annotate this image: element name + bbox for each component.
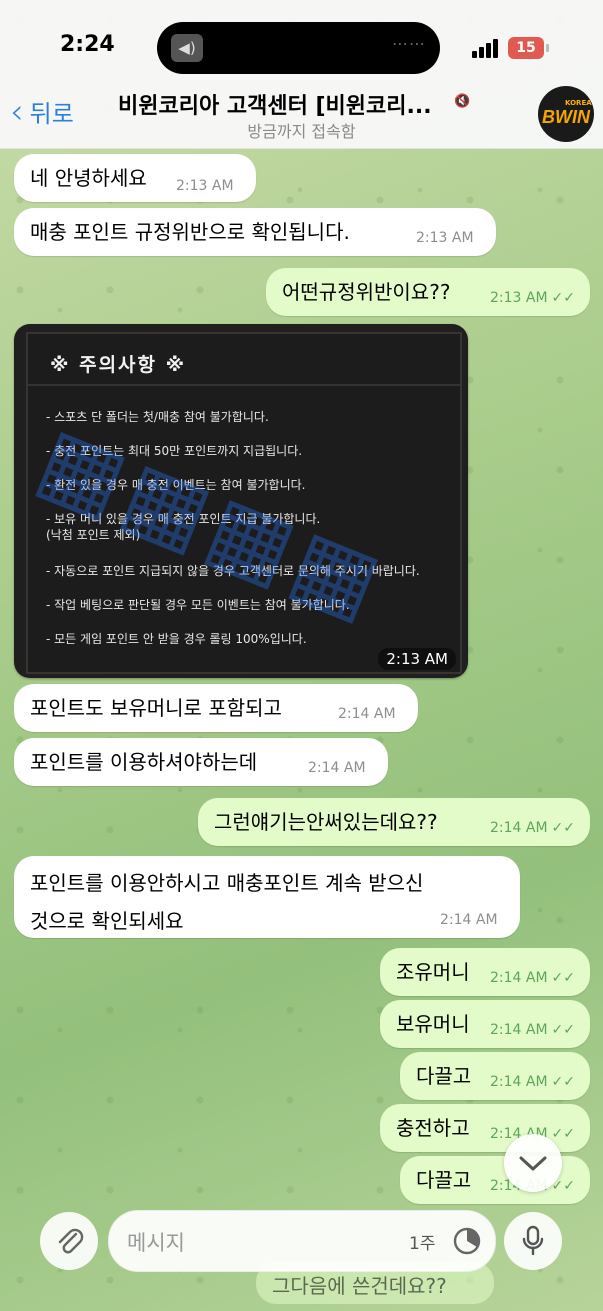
message-incoming[interactable]: 매충 포인트 규정위반으로 확인됩니다. 2:13 AM (14, 208, 496, 256)
message-incoming[interactable]: 포인트도 보유머니로 포함되고 2:14 AM (14, 684, 418, 732)
message-time: 2:14 AM (490, 820, 548, 836)
message-time: 2:14 AM (440, 912, 498, 928)
notice-title: ※ 주의사항 ※ (50, 354, 187, 376)
avatar-small-text: KOREA (565, 99, 592, 107)
notice-line: - 모든 게임 포인트 안 받을 경우 롤링 100%입니다. (46, 632, 307, 646)
chat-status: 방금까지 접속함 (247, 122, 356, 141)
double-check-icon: ✓✓ (551, 1074, 576, 1090)
message-time: 2:14 AM (308, 760, 366, 776)
message-time: 2:14 AM (338, 706, 396, 722)
message-incoming[interactable]: 포인트를 이용안하시고 매충포인트 계속 받으신 것으로 확인되세요 2:14 … (14, 856, 520, 938)
message-text: 네 안녕하세요 (30, 166, 147, 190)
auto-delete-label[interactable]: 1주 (409, 1229, 435, 1254)
scroll-to-bottom-button[interactable] (504, 1134, 562, 1192)
chat-title[interactable]: 비윈코리아 고객센터 [비윈코리... (118, 88, 448, 120)
message-time: 2:13 AM (378, 648, 456, 670)
notice-line: - 자동으로 포인트 지급되지 않을 경우 고객센터로 문의해 주시기 바랍니다… (46, 564, 420, 578)
notice-line: - 환전 있을 경우 매 충전 이벤트는 참여 불가합니다. (46, 478, 306, 492)
double-check-icon: ✓✓ (551, 970, 576, 986)
message-incoming[interactable]: 포인트를 이용하셔야하는데 2:14 AM (14, 738, 388, 786)
double-check-icon: ✓✓ (551, 290, 576, 306)
attach-button[interactable] (40, 1212, 98, 1270)
battery-indicator: 15 (508, 37, 544, 59)
message-outgoing[interactable]: 충전하고 2:14 AM ✓✓ (380, 1104, 590, 1152)
message-text: 조유머니 (396, 960, 470, 984)
avatar-logo-text: BWIN (542, 107, 590, 127)
timer-icon[interactable] (451, 1225, 483, 1257)
dots-icon: ⋯⋯ (392, 34, 426, 53)
dynamic-island: ◀) ⋯⋯ (157, 22, 440, 74)
message-outgoing[interactable]: 어떤규정위반이요?? 2:13 AM ✓✓ (266, 268, 590, 316)
message-time: 2:14 AM (490, 1022, 548, 1038)
microphone-icon (522, 1225, 544, 1256)
status-time: 2:24 (60, 32, 115, 57)
message-input[interactable]: 메시지 1주 (108, 1210, 496, 1272)
notice-line: - 보유 머니 있을 경우 매 충전 포인트 지급 불가합니다. (46, 512, 321, 526)
message-text: 다끌고 (416, 1064, 472, 1088)
message-text: 충전하고 (396, 1116, 470, 1140)
signal-icon (472, 38, 500, 58)
message-time: 2:14 AM (490, 970, 548, 986)
message-text: 매충 포인트 규정위반으로 확인됩니다. (30, 220, 350, 244)
battery-cap-icon (546, 44, 549, 52)
message-text: 그런얘기는안써있는데요?? (214, 810, 438, 834)
message-outgoing[interactable]: 그런얘기는안써있는데요?? 2:14 AM ✓✓ (198, 798, 590, 846)
image-message[interactable]: ※ 주의사항 ※ - 스포츠 단 폴더는 첫/매충 참여 불가합니다. - 충전… (14, 324, 468, 678)
notice-divider (28, 384, 460, 386)
message-outgoing[interactable]: 보유머니 2:14 AM ✓✓ (380, 1000, 590, 1048)
double-check-icon: ✓✓ (551, 1126, 576, 1142)
double-check-icon: ✓✓ (551, 1022, 576, 1038)
message-time: 2:13 AM (416, 230, 474, 246)
paperclip-icon (58, 1228, 84, 1254)
composer-bar: 메시지 1주 (0, 1200, 603, 1311)
message-text: 포인트도 보유머니로 포함되고 (30, 696, 282, 720)
message-text-block: 포인트를 이용안하시고 매충포인트 계속 받으신 것으로 확인되세요 (30, 864, 423, 940)
message-text: 포인트를 이용안하시고 매충포인트 계속 받으신 (30, 871, 424, 895)
muted-icon: 🔇 (454, 94, 471, 109)
message-time: 2:13 AM (176, 178, 234, 194)
message-input-placeholder: 메시지 (127, 1231, 185, 1255)
chevron-down-icon (519, 1156, 547, 1171)
notice-line: (낙첨 포인트 제외) (46, 528, 141, 542)
message-text: 포인트를 이용하셔야하는데 (30, 750, 258, 774)
notice-line: - 작업 베팅으로 판단될 경우 모든 이벤트는 참여 불가합니다. (46, 598, 350, 612)
microphone-button[interactable] (504, 1212, 562, 1270)
message-text: 어떤규정위반이요?? (282, 280, 451, 304)
double-check-icon: ✓✓ (551, 820, 576, 836)
message-time: 2:13 AM (490, 290, 548, 306)
message-text: 보유머니 (396, 1012, 470, 1036)
message-outgoing[interactable]: 다끌고 2:14 AM✓✓ (400, 1052, 590, 1100)
message-text: 것으로 확인되세요 (30, 909, 184, 933)
avatar[interactable]: KOREA BWIN (538, 86, 594, 142)
speaker-icon: ◀) (171, 34, 203, 62)
message-outgoing[interactable]: 조유머니 2:14 AM ✓✓ (380, 948, 590, 996)
message-incoming[interactable]: 네 안녕하세요 2:13 AM (14, 154, 256, 202)
notice-line: - 스포츠 단 폴더는 첫/매충 참여 불가합니다. (46, 410, 269, 424)
message-text: 다끌고 (416, 1168, 472, 1192)
chat-header: 2:24 ◀) ⋯⋯ 15 ‹ 뒤로 비윈코리아 고객센터 [비윈코리... 🔇… (0, 0, 603, 149)
notice-line: - 충전 포인트는 최대 50만 포인트까지 지급됩니다. (46, 444, 303, 458)
notice-image: ※ 주의사항 ※ - 스포츠 단 폴더는 첫/매충 참여 불가합니다. - 충전… (26, 332, 462, 674)
message-time: 2:14 AM (490, 1074, 548, 1090)
